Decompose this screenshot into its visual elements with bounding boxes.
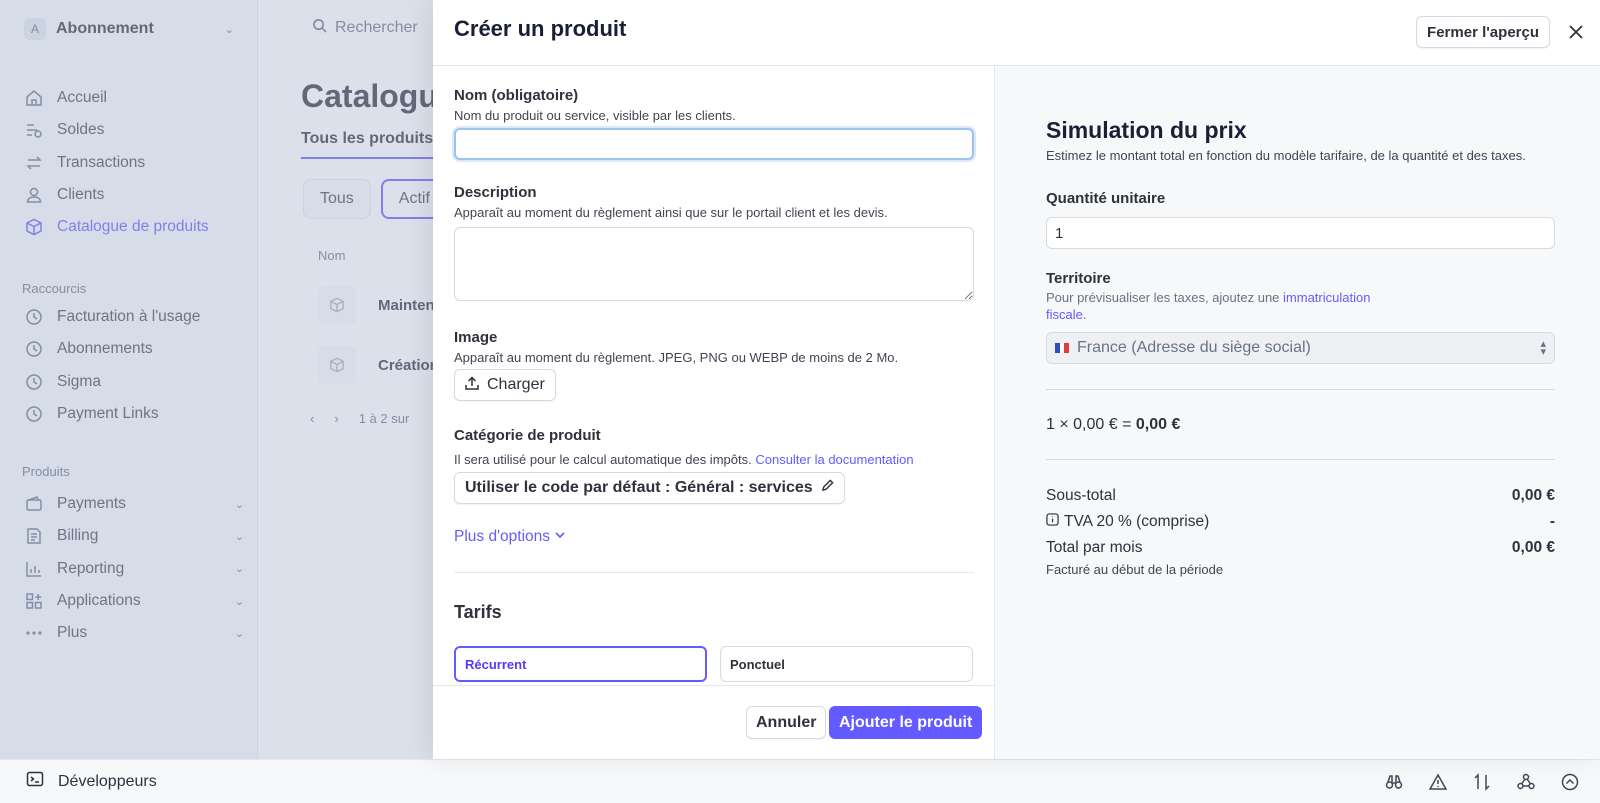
vat-value: - bbox=[1549, 513, 1555, 530]
quantity-label: Quantité unitaire bbox=[1046, 190, 1166, 207]
upload-icon bbox=[465, 375, 479, 395]
developer-bar: Développeurs bbox=[0, 759, 1600, 803]
documentation-link[interactable]: Consulter la documentation bbox=[755, 452, 913, 467]
add-product-button[interactable]: Ajouter le produit bbox=[829, 706, 983, 739]
warning-icon[interactable] bbox=[1426, 770, 1450, 794]
sort-arrows-icon[interactable] bbox=[1470, 770, 1494, 794]
vat-row: TVA 20 % (comprise) - bbox=[1046, 513, 1555, 531]
pricing-recurring-option[interactable]: Récurrent bbox=[454, 646, 707, 682]
more-options-label: Plus d'options bbox=[454, 528, 551, 545]
price-preview-panel: Simulation du prix Estimez le montant to… bbox=[995, 66, 1600, 759]
binoculars-icon[interactable] bbox=[1382, 770, 1406, 794]
upload-label: Charger bbox=[487, 376, 545, 393]
category-help: Il sera utilisé pour le calcul automatiq… bbox=[454, 452, 914, 467]
tax-code-button[interactable]: Utiliser le code par défaut : Général : … bbox=[454, 472, 845, 504]
upload-image-button[interactable]: Charger bbox=[454, 369, 556, 401]
territory-value: France (Adresse du siège social) bbox=[1077, 339, 1311, 356]
pricing-title: Tarifs bbox=[454, 602, 502, 622]
form-footer: Annuler Ajouter le produit bbox=[433, 685, 995, 759]
name-label: Nom (obligatoire) bbox=[454, 87, 579, 104]
tax-code-label: Utiliser le code par défaut : Général : … bbox=[465, 479, 813, 496]
divider bbox=[454, 572, 974, 573]
formula-total: 0,00 € bbox=[1135, 416, 1181, 433]
close-icon[interactable] bbox=[1564, 20, 1588, 44]
territory-select[interactable]: France (Adresse du siège social) ▴ ▾ bbox=[1046, 332, 1555, 364]
category-label: Catégorie de produit bbox=[454, 427, 601, 444]
description-help: Apparaît au moment du règlement ainsi qu… bbox=[454, 205, 888, 220]
image-help: Apparaît au moment du règlement. JPEG, P… bbox=[454, 350, 899, 365]
category-help-text: Il sera utilisé pour le calcul automatiq… bbox=[454, 452, 752, 467]
description-label: Description bbox=[454, 184, 537, 201]
billed-note: Facturé au début de la période bbox=[1046, 562, 1224, 577]
pricing-one-time-option[interactable]: Ponctuel bbox=[720, 646, 973, 682]
terminal-icon bbox=[26, 770, 44, 793]
total-label: Total par mois bbox=[1046, 539, 1143, 556]
product-form: Nom (obligatoire) Nom du produit ou serv… bbox=[433, 66, 995, 685]
price-formula: 1 × 0,00 € = 0,00 € bbox=[1046, 416, 1180, 434]
territory-label: Territoire bbox=[1046, 270, 1111, 287]
preview-title: Simulation du prix bbox=[1046, 117, 1247, 143]
select-arrows-icon: ▴ ▾ bbox=[1540, 338, 1546, 358]
territory-help: Pour prévisualiser les taxes, ajoutez un… bbox=[1046, 290, 1371, 322]
vat-label-group: TVA 20 % (comprise) bbox=[1046, 513, 1209, 531]
create-product-modal: Créer un produit Fermer l'aperçu Nom (ob… bbox=[433, 0, 1600, 759]
divider bbox=[1046, 459, 1555, 460]
chevron-up-circle-icon[interactable] bbox=[1558, 770, 1582, 794]
formula-prefix: 1 × 0,00 € = bbox=[1046, 416, 1132, 433]
vat-label: TVA 20 % (comprise) bbox=[1064, 513, 1210, 530]
pencil-icon bbox=[821, 479, 834, 497]
modal-title: Créer un produit bbox=[454, 16, 627, 41]
image-label: Image bbox=[454, 329, 498, 346]
webhook-icon[interactable] bbox=[1514, 770, 1538, 794]
more-options-toggle[interactable]: Plus d'options bbox=[454, 528, 566, 546]
cancel-button[interactable]: Annuler bbox=[746, 706, 827, 739]
developer-tools bbox=[1382, 770, 1582, 794]
name-input[interactable] bbox=[454, 128, 974, 160]
total-row: Total par mois 0,00 € bbox=[1046, 539, 1555, 557]
description-textarea[interactable] bbox=[454, 227, 974, 301]
subtotal-value: 0,00 € bbox=[1511, 487, 1555, 504]
chevron-down-icon bbox=[554, 528, 566, 546]
subtotal-row: Sous-total 0,00 € bbox=[1046, 487, 1555, 505]
divider bbox=[1046, 389, 1555, 390]
total-value: 0,00 € bbox=[1511, 539, 1555, 556]
quantity-input[interactable]: 1 bbox=[1046, 217, 1555, 249]
info-icon[interactable] bbox=[1046, 513, 1059, 531]
france-flag-icon bbox=[1055, 343, 1070, 353]
subtotal-label: Sous-total bbox=[1046, 487, 1116, 504]
developers-label: Développeurs bbox=[58, 772, 157, 790]
name-help: Nom du produit ou service, visible par l… bbox=[454, 108, 736, 123]
modal-header: Créer un produit Fermer l'aperçu bbox=[433, 0, 1600, 66]
close-preview-button[interactable]: Fermer l'aperçu bbox=[1416, 16, 1550, 48]
developers-toggle[interactable]: Développeurs bbox=[26, 770, 157, 793]
territory-help-text: Pour prévisualiser les taxes, ajoutez un… bbox=[1046, 290, 1280, 305]
preview-subtitle: Estimez le montant total en fonction du … bbox=[1046, 148, 1526, 163]
